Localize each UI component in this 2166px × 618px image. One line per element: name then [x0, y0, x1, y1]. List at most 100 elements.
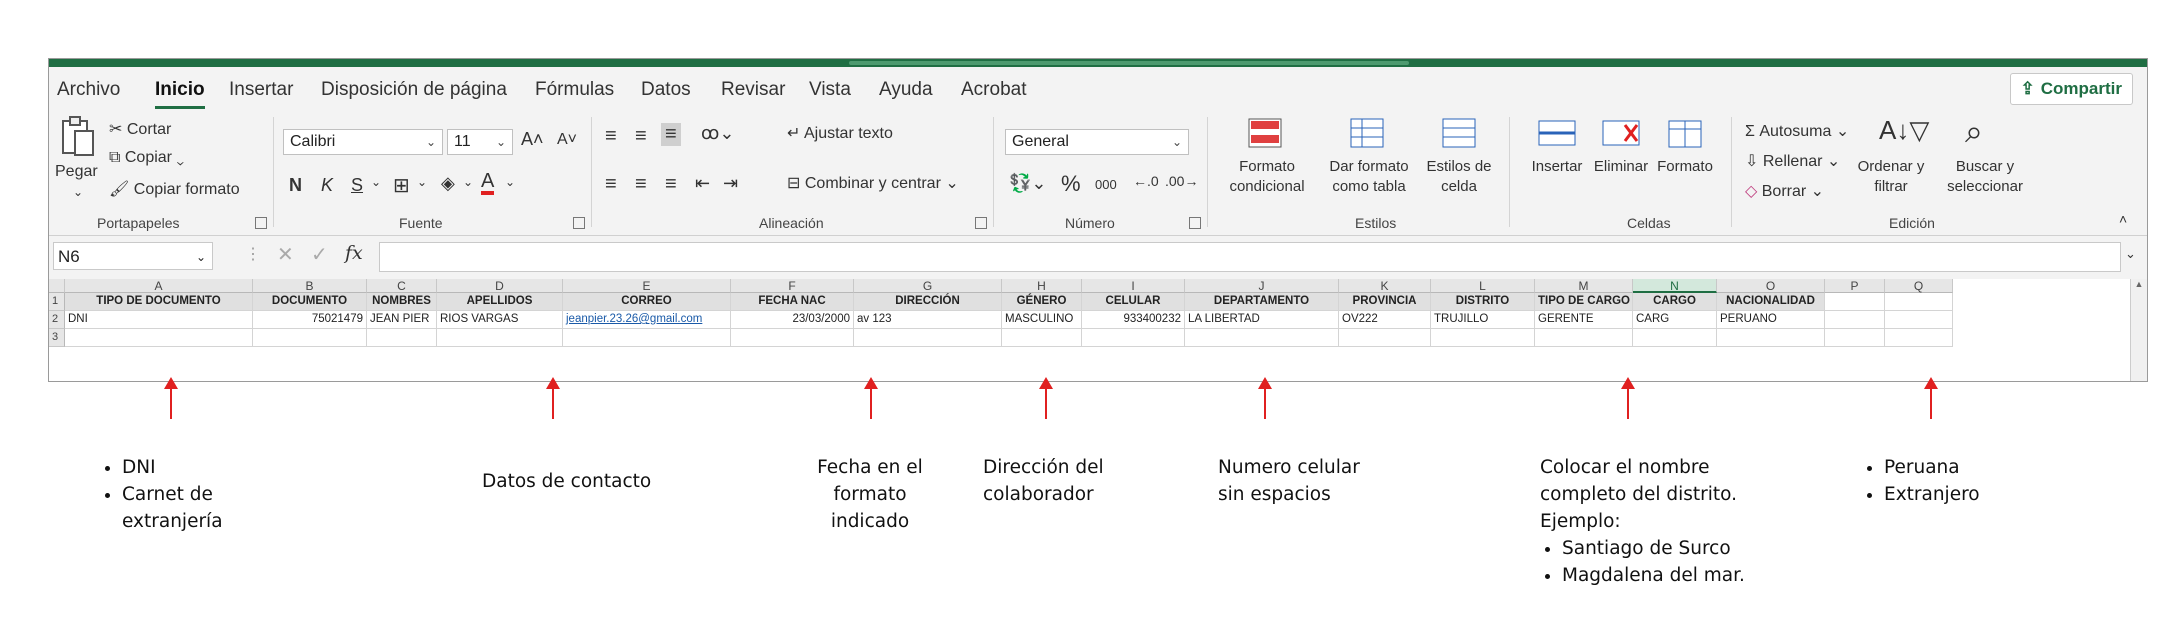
header-cell[interactable]: CELULAR [1082, 293, 1185, 311]
table-cell[interactable]: CARG [1633, 311, 1717, 329]
wrap-text-button[interactable]: ↵ Ajustar texto [787, 123, 893, 143]
tab-ayuda[interactable]: Ayuda [879, 79, 933, 101]
column-header[interactable]: G [854, 279, 1002, 293]
table-cell[interactable]: JEAN PIER [367, 311, 437, 329]
format-cells-icon[interactable] [1667, 117, 1703, 149]
tab-revisar[interactable]: Revisar [721, 79, 785, 101]
column-header[interactable]: A [65, 279, 253, 293]
expand-formula-icon[interactable]: ⌄ [2125, 246, 2136, 262]
merge-center-button[interactable]: ⊟ Combinar y centrar ⌄ [787, 173, 959, 193]
align-top-icon[interactable]: ≡ [605, 125, 617, 148]
header-cell[interactable]: GÉNERO [1002, 293, 1082, 311]
number-launcher-icon[interactable] [1189, 217, 1201, 229]
font-name-select[interactable]: Calibri ⌄ [283, 129, 443, 155]
table-cell[interactable]: TRUJILLO [1431, 311, 1535, 329]
format-painter-button[interactable]: 🖌 Copiar formato [109, 179, 240, 199]
table-cell[interactable] [253, 329, 367, 347]
header-cell[interactable]: FECHA NAC [731, 293, 854, 311]
chevron-down-icon[interactable]: ⌄ [505, 175, 515, 189]
delete-cells-icon[interactable] [1601, 117, 1641, 149]
column-header[interactable]: D [437, 279, 563, 293]
conditional-format-button[interactable]: Formato condicional [1217, 157, 1317, 197]
insert-cells-icon[interactable] [1537, 117, 1577, 149]
paste-icon[interactable] [59, 115, 95, 159]
increase-decimal-icon[interactable]: ←.0 [1133, 173, 1159, 189]
column-header[interactable]: P [1825, 279, 1885, 293]
delete-cells-button[interactable]: Eliminar [1585, 157, 1657, 177]
tab-inicio[interactable]: Inicio [155, 79, 205, 109]
tab-formulas[interactable]: Fórmulas [535, 79, 614, 101]
header-cell[interactable] [1885, 293, 1953, 311]
table-cell[interactable] [1885, 329, 1953, 347]
underline-button[interactable]: S [351, 175, 363, 196]
italic-button[interactable]: K [321, 175, 333, 196]
header-cell[interactable]: PROVINCIA [1339, 293, 1431, 311]
grow-font-icon[interactable]: A˄ [521, 129, 544, 150]
font-launcher-icon[interactable] [573, 217, 585, 229]
fill-button[interactable]: ⇩ Rellenar ⌄ [1745, 151, 1840, 171]
borders-icon[interactable]: ⊞ [393, 173, 410, 198]
tab-datos[interactable]: Datos [641, 79, 691, 101]
column-header[interactable]: L [1431, 279, 1535, 293]
autosum-button[interactable]: Σ Autosuma ⌄ [1745, 121, 1849, 141]
align-right-icon[interactable]: ≡ [665, 173, 677, 196]
chevron-down-icon[interactable]: ⌄ [371, 175, 381, 189]
search-icon[interactable]: ⌕ [1965, 113, 1983, 151]
table-cell[interactable] [437, 329, 563, 347]
table-cell[interactable]: LA LIBERTAD [1185, 311, 1339, 329]
column-header[interactable]: B [253, 279, 367, 293]
column-header[interactable]: Q [1885, 279, 1953, 293]
column-header[interactable]: F [731, 279, 854, 293]
find-select-button[interactable]: Buscar y seleccionar [1935, 157, 2035, 197]
cell-styles-button[interactable]: Estilos de celda [1423, 157, 1495, 197]
paste-label[interactable]: Pegar [55, 163, 98, 181]
table-cell[interactable]: DNI [65, 311, 253, 329]
column-header[interactable]: M [1535, 279, 1633, 293]
spreadsheet-grid[interactable]: A B C D E F G H I J K L M N O P Q 1 2 3 TIPO DE DOCUMENTO DOC… [49, 279, 2147, 381]
tab-archivo[interactable]: Archivo [57, 79, 120, 101]
copy-button[interactable]: ⧉ Copiar ⌄ [109, 149, 184, 167]
table-cell[interactable]: RIOS VARGAS [437, 311, 563, 329]
sort-filter-button[interactable]: Ordenar y filtrar [1849, 157, 1933, 197]
column-header[interactable]: K [1339, 279, 1431, 293]
header-cell[interactable]: CARGO [1633, 293, 1717, 311]
header-cell[interactable]: TIPO DE DOCUMENTO [65, 293, 253, 311]
table-cell[interactable] [1885, 311, 1953, 329]
name-box[interactable]: N6 ⌄ [53, 242, 213, 270]
header-cell[interactable]: DEPARTAMENTO [1185, 293, 1339, 311]
fill-color-icon[interactable]: ◈ [441, 173, 455, 194]
column-header[interactable]: C [367, 279, 437, 293]
table-cell[interactable] [1717, 329, 1825, 347]
tab-insertar[interactable]: Insertar [229, 79, 293, 101]
row-header[interactable]: 1 [49, 293, 65, 311]
table-cell[interactable] [1431, 329, 1535, 347]
cancel-icon[interactable]: ✕ [277, 242, 294, 267]
cell-styles-icon[interactable] [1441, 117, 1477, 149]
table-cell[interactable]: jeanpier.23.26@gmail.com [563, 311, 731, 329]
table-cell[interactable]: PERUANO [1717, 311, 1825, 329]
column-header[interactable]: E [563, 279, 731, 293]
table-cell[interactable] [367, 329, 437, 347]
cut-button[interactable]: ✂ Cortar [109, 119, 171, 139]
scroll-up-icon[interactable]: ▲ [2131, 279, 2147, 289]
header-cell[interactable]: TIPO DE CARGO [1535, 293, 1633, 311]
table-cell[interactable]: av 123 [854, 311, 1002, 329]
table-cell[interactable] [1082, 329, 1185, 347]
column-header[interactable]: O [1717, 279, 1825, 293]
align-left-icon[interactable]: ≡ [605, 173, 617, 196]
table-cell[interactable] [1535, 329, 1633, 347]
column-header[interactable]: N [1633, 279, 1717, 293]
align-center-icon[interactable]: ≡ [635, 173, 647, 196]
insert-function-icon[interactable]: fx [345, 242, 363, 264]
tab-acrobat[interactable]: Acrobat [961, 79, 1026, 101]
formula-input[interactable] [379, 242, 2121, 272]
table-cell[interactable] [1002, 329, 1082, 347]
conditional-format-icon[interactable] [1247, 117, 1283, 149]
chevron-down-icon[interactable]: ⌄ [417, 175, 427, 189]
table-cell[interactable] [1185, 329, 1339, 347]
currency-icon[interactable]: 💱⌄ [1009, 173, 1047, 194]
format-table-button[interactable]: Dar formato como tabla [1321, 157, 1417, 197]
thousands-button[interactable]: 000 [1095, 177, 1117, 192]
bold-button[interactable]: N [289, 175, 302, 196]
column-header[interactable]: H [1002, 279, 1082, 293]
